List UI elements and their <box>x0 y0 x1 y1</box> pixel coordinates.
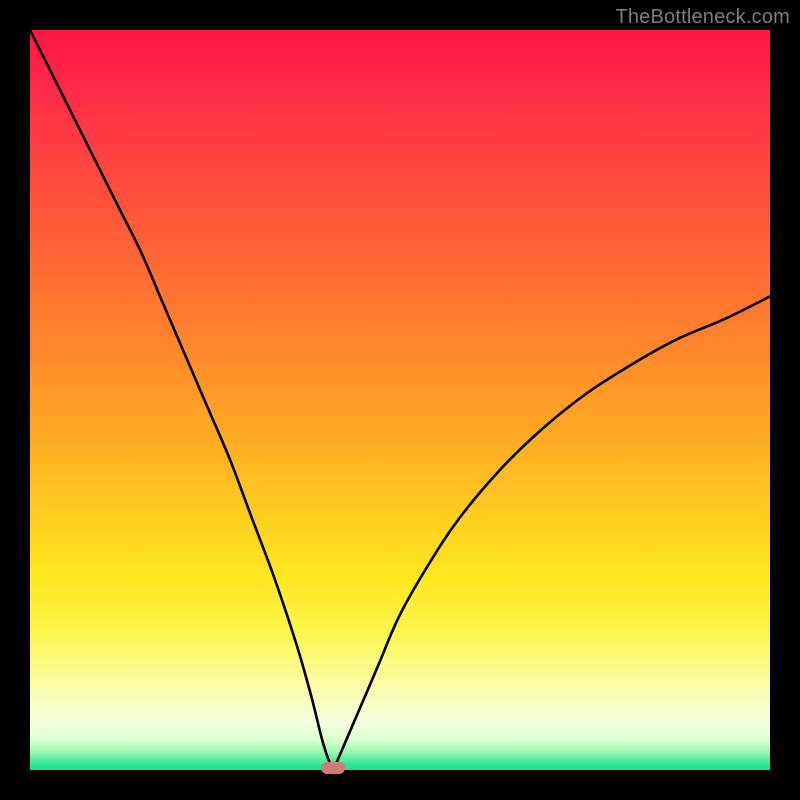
bottleneck-curve <box>30 30 770 768</box>
minimum-marker <box>321 762 345 774</box>
watermark-text: TheBottleneck.com <box>615 6 790 29</box>
curve-svg <box>30 30 770 770</box>
plot-area <box>30 30 770 770</box>
chart-frame: TheBottleneck.com <box>0 0 800 800</box>
